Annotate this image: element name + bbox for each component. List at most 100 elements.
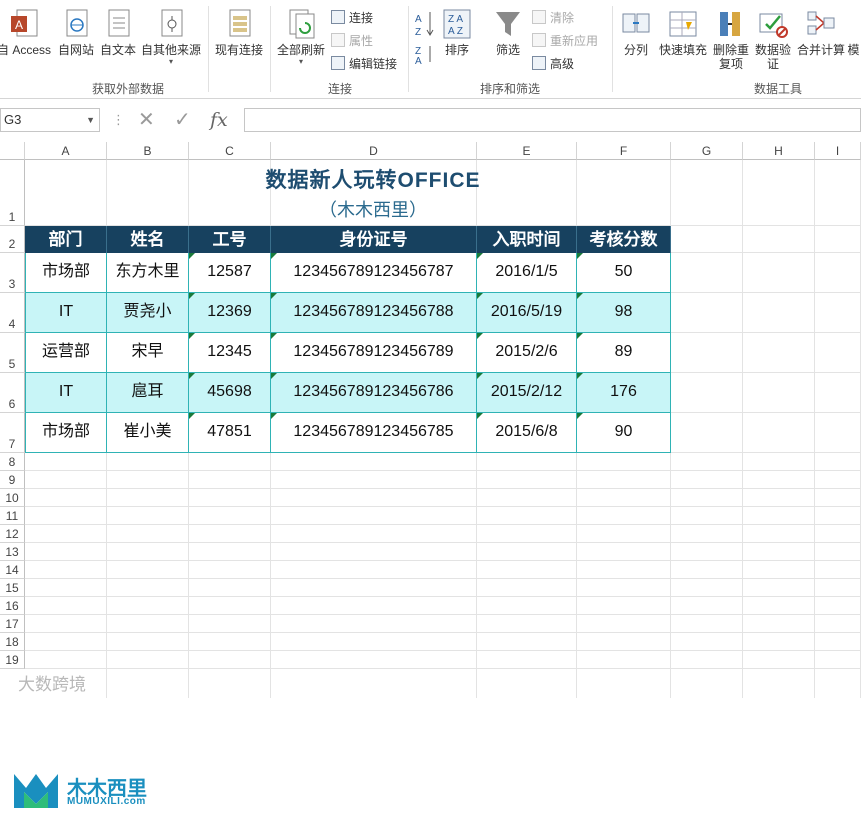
column-header[interactable]: A <box>25 142 107 160</box>
properties-button[interactable]: 属性 <box>331 32 373 50</box>
text-to-columns-button[interactable]: 分列 <box>618 8 654 57</box>
table-cell[interactable]: 45698 <box>189 373 271 413</box>
sort-asc-button[interactable]: AZ <box>412 8 438 43</box>
row-header[interactable]: 17 <box>0 615 25 633</box>
reapply-button[interactable]: 重新应用 <box>532 32 598 50</box>
table-cell[interactable]: 2015/6/8 <box>477 413 577 453</box>
chevron-down-icon[interactable]: ▼ <box>86 109 95 131</box>
name-box[interactable]: G3 ▼ <box>0 108 100 132</box>
row-header[interactable]: 12 <box>0 525 25 543</box>
column-header[interactable]: C <box>189 142 271 160</box>
table-cell[interactable]: 123456789123456786 <box>271 373 477 413</box>
table-cell[interactable]: IT <box>25 373 107 413</box>
table-cell[interactable]: 贾尧小 <box>107 293 189 333</box>
row-header[interactable]: 4 <box>0 293 25 333</box>
table-cell[interactable]: 12345 <box>189 333 271 373</box>
from-text-button[interactable]: 自文本 <box>98 8 138 57</box>
row-header[interactable]: 9 <box>0 471 25 489</box>
table-cell[interactable]: 176 <box>577 373 671 413</box>
from-web-button[interactable]: 自网站 <box>56 8 96 57</box>
spreadsheet: ABCDEFGHI 1 2 3 4 5 6 7 8 9 10 11 12 13 14 15 16 17 18 19 … <box>0 142 861 808</box>
table-cell[interactable]: 2016/5/19 <box>477 293 577 333</box>
table-cell[interactable]: 12369 <box>189 293 271 333</box>
sort-button[interactable]: Z AA Z 排序 <box>440 8 474 57</box>
table-cell[interactable]: 市场部 <box>25 253 107 293</box>
row-header[interactable]: 2 <box>0 226 25 253</box>
table-cell[interactable]: 50 <box>577 253 671 293</box>
table-cell[interactable]: 123456789123456787 <box>271 253 477 293</box>
sort-desc-button[interactable]: ZA <box>412 44 438 69</box>
row-header[interactable]: 5 <box>0 333 25 373</box>
table-header-cell[interactable]: 身份证号 <box>271 226 477 253</box>
model-button[interactable]: 模 <box>846 8 861 57</box>
cancel-icon[interactable]: ✕ <box>138 108 155 132</box>
remove-duplicates-button[interactable]: 删除重复项 <box>710 8 752 71</box>
row-header[interactable]: 19 <box>0 651 25 669</box>
flash-fill-button[interactable]: 快速填充 <box>658 8 708 57</box>
table-cell[interactable]: 89 <box>577 333 671 373</box>
table-cell[interactable]: 123456789123456785 <box>271 413 477 453</box>
table-cell[interactable]: 47851 <box>189 413 271 453</box>
table-cell[interactable]: 崔小美 <box>107 413 189 453</box>
function-icon[interactable]: fx <box>210 108 228 132</box>
column-header[interactable]: H <box>743 142 815 160</box>
data-validation-button[interactable]: 数据验证 <box>754 8 792 71</box>
column-header[interactable]: I <box>815 142 861 160</box>
row-header[interactable]: 7 <box>0 413 25 453</box>
edit-links-button[interactable]: 编辑链接 <box>331 55 397 73</box>
group-label-connections: 连接 <box>328 82 353 96</box>
formula-input[interactable] <box>244 108 861 132</box>
table-cell[interactable]: 123456789123456788 <box>271 293 477 333</box>
table-cell[interactable]: 2015/2/6 <box>477 333 577 373</box>
row-header[interactable]: 11 <box>0 507 25 525</box>
column-header[interactable]: D <box>271 142 477 160</box>
table-header-cell[interactable]: 入职时间 <box>477 226 577 253</box>
column-header[interactable]: B <box>107 142 189 160</box>
table-cell[interactable]: 123456789123456789 <box>271 333 477 373</box>
row-header[interactable]: 1 <box>0 160 25 226</box>
table-header-cell[interactable]: 部门 <box>25 226 107 253</box>
table-cell[interactable]: 扈耳 <box>107 373 189 413</box>
clear-filter-button[interactable]: 清除 <box>532 9 574 27</box>
table-header-cell[interactable]: 工号 <box>189 226 271 253</box>
column-header[interactable]: E <box>477 142 577 160</box>
row-header[interactable]: 3 <box>0 253 25 293</box>
existing-connections-button[interactable]: 现有连接 <box>212 8 266 57</box>
formula-bar-grip-icon[interactable]: ⋮ <box>112 112 125 128</box>
from-access-button[interactable]: A 自 Access <box>0 8 54 57</box>
select-all-corner[interactable] <box>0 142 25 160</box>
advanced-filter-button[interactable]: 高级 <box>532 55 574 73</box>
table-cell[interactable]: 宋早 <box>107 333 189 373</box>
consolidate-button[interactable]: 合并计算 <box>796 8 846 57</box>
svg-text:Z A: Z A <box>448 14 463 25</box>
table-cell[interactable]: 12587 <box>189 253 271 293</box>
table-header-cell[interactable]: 姓名 <box>107 226 189 253</box>
row-header[interactable]: 16 <box>0 597 25 615</box>
check-icon[interactable]: ✓ <box>174 108 191 132</box>
filter-button[interactable]: 筛选 <box>492 8 524 57</box>
table-cell[interactable]: 运营部 <box>25 333 107 373</box>
column-header[interactable]: G <box>671 142 743 160</box>
table-cell[interactable]: 2015/2/12 <box>477 373 577 413</box>
sheet-subtitle[interactable]: （木木西里） <box>25 196 721 222</box>
connections-button[interactable]: 连接 <box>331 9 373 27</box>
from-other-sources-button[interactable]: 自其他来源 ▾ <box>140 8 202 66</box>
table-cell[interactable]: 市场部 <box>25 413 107 453</box>
row-number: 1 <box>8 210 16 224</box>
row-header[interactable]: 14 <box>0 561 25 579</box>
table-cell[interactable]: 东方木里 <box>107 253 189 293</box>
column-header[interactable]: F <box>577 142 671 160</box>
row-header[interactable]: 8 <box>0 453 25 471</box>
table-header-cell[interactable]: 考核分数 <box>577 226 671 253</box>
row-header[interactable]: 18 <box>0 633 25 651</box>
sheet-title[interactable]: 数据新人玩转OFFICE <box>25 164 721 194</box>
refresh-all-button[interactable]: 全部刷新 ▾ <box>274 8 328 66</box>
row-header[interactable]: 13 <box>0 543 25 561</box>
row-header[interactable]: 6 <box>0 373 25 413</box>
table-cell[interactable]: 90 <box>577 413 671 453</box>
table-cell[interactable]: 98 <box>577 293 671 333</box>
row-header[interactable]: 15 <box>0 579 25 597</box>
row-header[interactable]: 10 <box>0 489 25 507</box>
table-cell[interactable]: IT <box>25 293 107 333</box>
table-cell[interactable]: 2016/1/5 <box>477 253 577 293</box>
